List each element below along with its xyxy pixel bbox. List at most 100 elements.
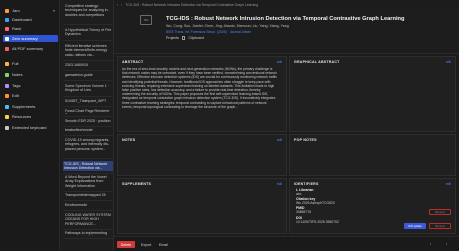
document-list-item[interactable]: Emotionmode: [65, 203, 113, 208]
notes-panel: NOTES edit: [117, 134, 287, 176]
nav-item-edit[interactable]: Edit: [3, 92, 58, 99]
nav-item-dashboard[interactable]: Dashboard: [3, 16, 58, 23]
list-divider: [63, 210, 113, 211]
identifiers-edit-button[interactable]: edit: [446, 182, 451, 186]
delete-button[interactable]: Delete: [117, 241, 135, 248]
nav-item-tags[interactable]: Tags: [3, 82, 58, 89]
document-thumbnail[interactable]: TCG: [140, 15, 152, 25]
nav-item-label: Full: [12, 61, 19, 66]
keyboard-icon: [5, 125, 9, 130]
document-list-item[interactable]: Smooth EDR 2025 · position: [65, 119, 113, 124]
list-divider: [63, 70, 113, 71]
document-list-item[interactable]: COOLING WATER SYSTEM OCEANS FOR HIGH PER…: [65, 213, 113, 227]
document-list-item[interactable]: TCG-IDS : Robust Network Intrusion Detec…: [63, 161, 113, 171]
projects-label: Projects: [166, 36, 179, 40]
nav-item-extended-keyboard[interactable]: Extended keyboard: [3, 124, 58, 131]
pmid-remove-button[interactable]: Remove: [429, 209, 451, 215]
nav-item-label: Extended keyboard: [12, 125, 47, 130]
document-list-item[interactable]: Fossil Chart Page Renderer R: [65, 109, 113, 114]
nav-item-label: Supplements: [12, 104, 36, 109]
notes-icon: [5, 72, 9, 77]
document-list-item[interactable]: A Word Beyond the Vowel Array Explanatio…: [65, 175, 113, 189]
export-button[interactable]: Export: [141, 241, 151, 248]
nav-item-label: Tags: [12, 83, 21, 88]
pdf-icon: [5, 46, 9, 51]
nav-item-supplements[interactable]: Supplements: [3, 103, 58, 110]
list-divider: [63, 173, 113, 174]
notes-edit-button[interactable]: edit: [277, 138, 282, 142]
previous-arrow-icon[interactable]: ‹: [430, 241, 431, 246]
project-tag[interactable]: Clipboard: [188, 36, 203, 40]
forward-icon[interactable]: ›: [121, 3, 122, 7]
tag-icon: [5, 83, 9, 88]
list-divider: [63, 60, 113, 61]
supplements-icon: [5, 104, 9, 109]
nav-item-rank[interactable]: Rank: [3, 25, 58, 32]
document-list-item[interactable]: 51X68T_Tlashpoint_WPT: [65, 99, 113, 104]
list-divider: [63, 80, 113, 81]
graphical-abstract-panel: GRAPHICAL ABSTRACT edit: [289, 56, 456, 132]
document-list-item[interactable]: COVID-19 among migrants, refugees, and i…: [65, 138, 113, 156]
nav-item-zero-summary[interactable]: Zero summary: [3, 35, 58, 42]
identifiers-title: IDENTIFIERS: [294, 182, 319, 186]
document-list-item[interactable]: Some Spectrum Volume 1 · Kingdom of Lies: [65, 84, 113, 94]
doi-update-button[interactable]: DOI update: [404, 223, 426, 229]
document-list-item[interactable]: 2303.1680915: [65, 63, 113, 68]
list-divider: [63, 200, 113, 201]
nav-item-label: Jaro: [12, 8, 20, 13]
identifier-value[interactable]: Wu 2025 AstrophTCGIDS: [296, 201, 335, 205]
identifiers-panel: IDENTIFIERS edit L Librarian abc Citatio…: [289, 178, 456, 234]
nav-item-all-pdf-summary[interactable]: All PDF summary: [3, 45, 58, 52]
next-arrow-icon[interactable]: ›: [446, 241, 447, 246]
list-divider: [63, 40, 113, 41]
document-header: TCG TCG-IDS : Robust Network Intrusion D…: [114, 9, 459, 54]
notes-title: NOTES: [122, 138, 136, 142]
document-meta-link[interactable]: IEEE Trans. Inf. Forensics Secur. (2025)…: [166, 30, 251, 34]
list-divider: [63, 135, 113, 136]
nav-item-full[interactable]: Full: [3, 60, 58, 67]
document-title: TCG-IDS : Robust Network Intrusion Detec…: [166, 16, 405, 22]
document-list-item[interactable]: Efficient iterative schemes finite eleme…: [65, 44, 113, 58]
document-list-item[interactable]: A Hypothetical Theory of Fire Dynamics: [65, 28, 113, 38]
supplements-panel: SUPPLEMENTS edit: [117, 178, 287, 234]
document-list-item[interactable]: beatsoftechnnote: [65, 128, 113, 133]
abstract-title: ABSTRACT: [122, 60, 144, 64]
user-icon: [5, 8, 9, 13]
nav-item-label: Dashboard: [12, 17, 32, 22]
supplements-title: SUPPLEMENTS: [122, 182, 152, 186]
breadcrumb-bar: ‹ › TCG-IDS : Robust Network Intrusion D…: [114, 0, 459, 9]
document-list-item[interactable]: Competitive strategy: techniques for ana…: [65, 4, 113, 22]
bottom-action-bar: Delete Export Email ‹ ›: [114, 236, 459, 251]
identifier-doi: DOI 10.1109/TIFS.2025.3550702: [296, 216, 339, 224]
chevron-down-icon[interactable]: ▾: [53, 8, 55, 13]
list-divider: [63, 191, 113, 192]
doi-remove-button[interactable]: Remove: [429, 223, 451, 229]
identifier-value[interactable]: 30865776: [296, 210, 311, 214]
identifier-value[interactable]: 10.1109/TIFS.2025.3550702: [296, 220, 339, 224]
abstract-edit-button[interactable]: edit: [277, 60, 282, 64]
dashboard-icon: [5, 17, 9, 22]
list-divider: [63, 116, 113, 117]
edit-icon: [5, 93, 9, 98]
identifier-librarian: L Librarian abc: [296, 188, 313, 196]
list-divider: [63, 238, 113, 239]
nav-item-resources[interactable]: Resources: [3, 113, 58, 120]
identifier-citation-key: Citation key Wu 2025 AstrophTCGIDS: [296, 197, 335, 205]
project-checkbox[interactable]: [181, 36, 186, 40]
document-list-item[interactable]: Pathways to implementing recovery-orient…: [65, 231, 113, 236]
list-divider: [63, 126, 113, 127]
document-list-item[interactable]: Transpointintemapped 25: [65, 193, 113, 198]
nav-item-label: Resources: [12, 114, 32, 119]
nav-item-label: Rank: [12, 26, 22, 31]
email-button[interactable]: Email: [159, 241, 168, 248]
back-icon[interactable]: ‹: [117, 3, 118, 7]
abstract-text: As the era of zero-trust security models…: [122, 67, 277, 109]
document-list-item[interactable]: gamadelon.guide: [65, 73, 113, 78]
graphical-abstract-edit-button[interactable]: edit: [446, 60, 451, 64]
list-divider: [63, 24, 113, 25]
supplements-edit-button[interactable]: edit: [277, 182, 282, 186]
nav-item-jaro[interactable]: Jaro ▾: [3, 7, 58, 14]
abstract-panel: ABSTRACT edit As the era of zero-trust s…: [117, 56, 287, 132]
nav-item-label: Zero summary: [12, 36, 38, 41]
nav-item-notes[interactable]: Notes: [3, 71, 58, 78]
